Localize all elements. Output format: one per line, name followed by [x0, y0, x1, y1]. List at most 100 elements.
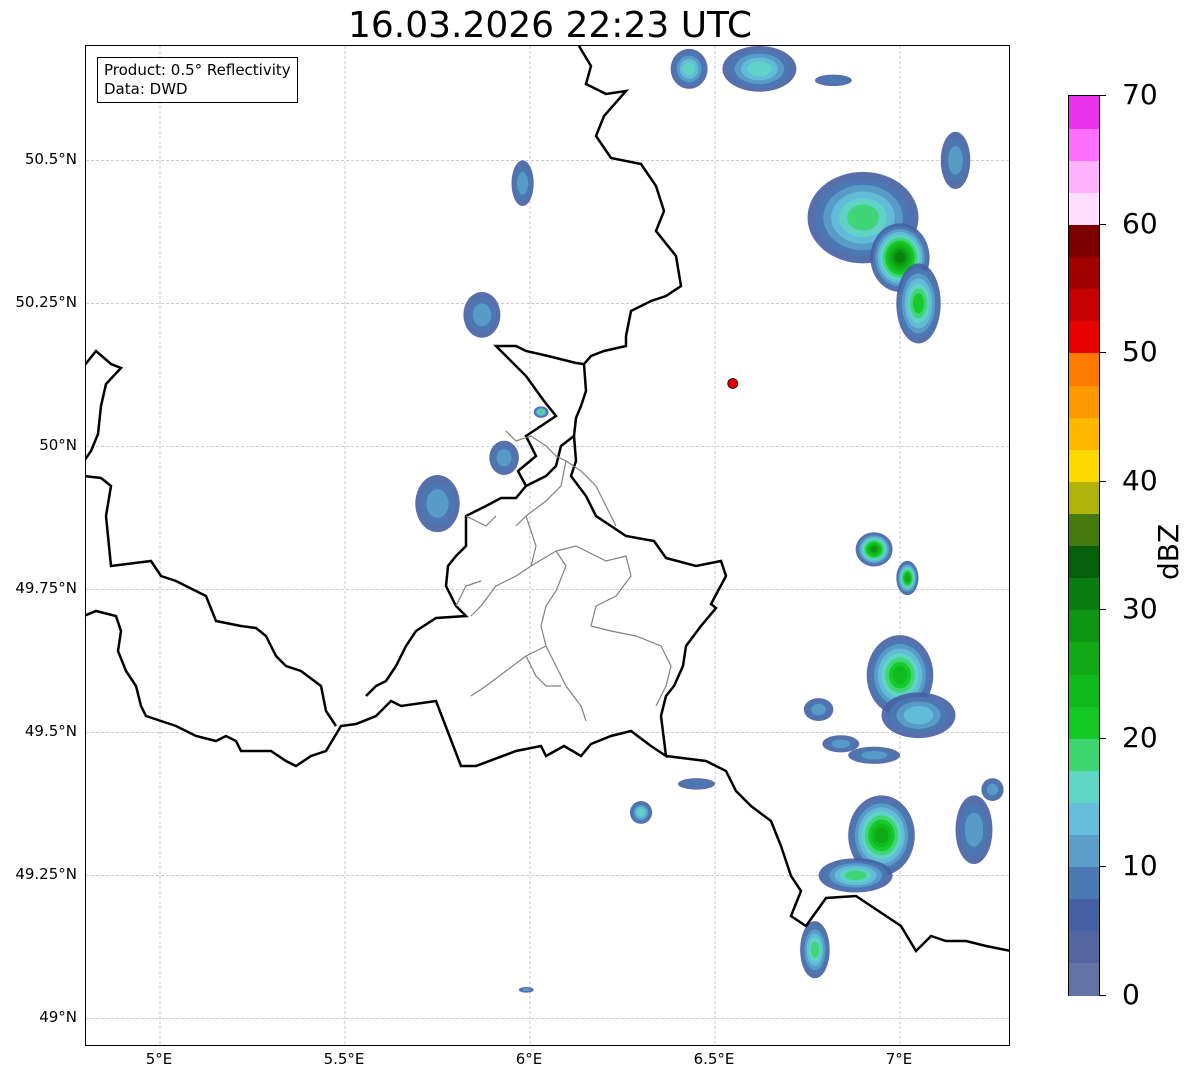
colorbar-segment — [1069, 417, 1099, 450]
colorbar-segment — [1069, 770, 1099, 803]
echo-cell — [538, 410, 544, 414]
colorbar-segment — [1069, 384, 1099, 418]
echo-cell — [847, 204, 879, 231]
colorbar-segment — [1069, 513, 1099, 547]
colorbar-tick-label: 10 — [1122, 849, 1158, 883]
lat-tick-label: 50.5°N — [24, 150, 77, 169]
colorbar-segment — [1069, 192, 1099, 226]
colorbar-segment — [1069, 449, 1099, 482]
national-border-northwest — [86, 349, 124, 461]
echo-cell — [903, 706, 934, 725]
map-canvas[interactable] — [86, 46, 1010, 1046]
page-title: 16.03.2026 22:23 UTC — [347, 5, 753, 46]
colorbar-tick-label: 60 — [1122, 206, 1158, 240]
colorbar-segment — [1069, 128, 1099, 161]
national-border-west — [86, 474, 338, 727]
product-info-box: Product: 0.5° Reflectivity Data: DWD — [97, 57, 298, 103]
echo-cell — [861, 750, 888, 760]
echo-cell — [821, 76, 846, 85]
lux-district-boundary — [455, 430, 672, 722]
echo-cell — [986, 783, 999, 796]
colorbar-segment — [1069, 802, 1099, 836]
colorbar-segment — [1069, 320, 1099, 354]
echo-cell — [682, 62, 696, 76]
national-border-southeast — [665, 754, 1009, 954]
colorbar-segment — [1069, 866, 1099, 900]
lat-tick-label: 49.25°N — [15, 865, 77, 884]
colorbar-tick-mark — [1100, 866, 1106, 868]
colorbar-tick-label: 50 — [1122, 335, 1158, 369]
colorbar-segment — [1069, 898, 1099, 932]
echo-cell — [948, 146, 963, 175]
colorbar-segment — [1069, 834, 1099, 868]
echo-cell — [895, 251, 905, 264]
echo-cell — [811, 703, 826, 716]
echo-cell — [747, 61, 772, 77]
echo-cell — [870, 546, 878, 553]
lat-tick-label: 50.25°N — [15, 293, 77, 312]
colorbar-tick-mark — [1100, 609, 1106, 611]
lon-tick-label: 6°E — [515, 1050, 543, 1068]
echo-cell — [874, 827, 889, 844]
echo-cell — [964, 812, 984, 847]
colorbar-segment — [1069, 673, 1099, 707]
echo-cell — [810, 941, 820, 958]
lat-tick-label: 49.75°N — [15, 579, 77, 598]
colorbar — [1068, 95, 1100, 996]
lon-tick-label: 5°E — [145, 1050, 173, 1068]
lon-tick-label: 5.5°E — [323, 1050, 365, 1068]
colorbar-tick-label: 0 — [1122, 978, 1140, 1011]
colorbar-tick-mark — [1100, 223, 1106, 225]
echo-cell — [522, 988, 530, 992]
colorbar-segment — [1069, 962, 1099, 996]
colorbar-segment — [1069, 706, 1099, 739]
colorbar-tick-label: 20 — [1122, 720, 1158, 754]
lon-tick-label: 7°E — [885, 1050, 913, 1068]
colorbar-label: dBZ — [1152, 523, 1185, 580]
lon-tick-label: 6.5°E — [693, 1050, 735, 1068]
colorbar-segment — [1069, 609, 1099, 643]
colorbar-tick-label: 70 — [1122, 78, 1158, 111]
echo-cell — [905, 574, 910, 582]
colorbar-segment — [1069, 577, 1099, 611]
echo-cell — [912, 293, 925, 314]
product-label: Product: 0.5° Reflectivity — [104, 61, 291, 79]
colorbar-tick-mark — [1100, 737, 1106, 739]
national-border-luxembourg-west — [365, 435, 575, 697]
echo-cell — [472, 303, 492, 327]
radar-map[interactable] — [85, 45, 1010, 1046]
colorbar-tick-label: 30 — [1122, 592, 1158, 626]
echo-cell — [892, 666, 908, 685]
colorbar-segment — [1069, 481, 1099, 514]
colorbar-tick-mark — [1100, 480, 1106, 482]
reflectivity-echoes — [415, 46, 1004, 993]
echo-cell — [684, 780, 709, 788]
lat-tick-label: 49.5°N — [24, 722, 77, 741]
admin-boundaries — [455, 430, 672, 722]
colorbar-tick-mark — [1100, 995, 1106, 996]
colorbar-tick-mark — [1100, 352, 1106, 354]
echo-cell — [496, 449, 512, 467]
colorbar-segment — [1069, 288, 1099, 322]
lat-tick-label: 49°N — [39, 1008, 77, 1027]
echo-cell — [637, 808, 645, 817]
echo-cell — [831, 739, 851, 749]
colorbar-segment — [1069, 352, 1099, 386]
radar-site-dot — [727, 378, 739, 389]
colorbar-segment — [1069, 224, 1099, 258]
colorbar-tick-label: 40 — [1122, 463, 1158, 497]
colorbar-segment — [1069, 96, 1099, 129]
colorbar-segment — [1069, 641, 1099, 675]
colorbar-segment — [1069, 256, 1099, 290]
colorbar-segment — [1069, 545, 1099, 579]
echo-cell — [517, 171, 529, 195]
echo-cell — [845, 870, 867, 881]
national-border-east — [86, 46, 728, 768]
radar-site-marker — [727, 378, 739, 389]
colorbar-tick-mark — [1100, 95, 1106, 96]
colorbar-segment — [1069, 160, 1099, 193]
lat-tick-label: 50°N — [39, 436, 77, 455]
data-source-label: Data: DWD — [104, 80, 188, 98]
echo-cell — [426, 489, 449, 518]
colorbar-segment — [1069, 738, 1099, 771]
